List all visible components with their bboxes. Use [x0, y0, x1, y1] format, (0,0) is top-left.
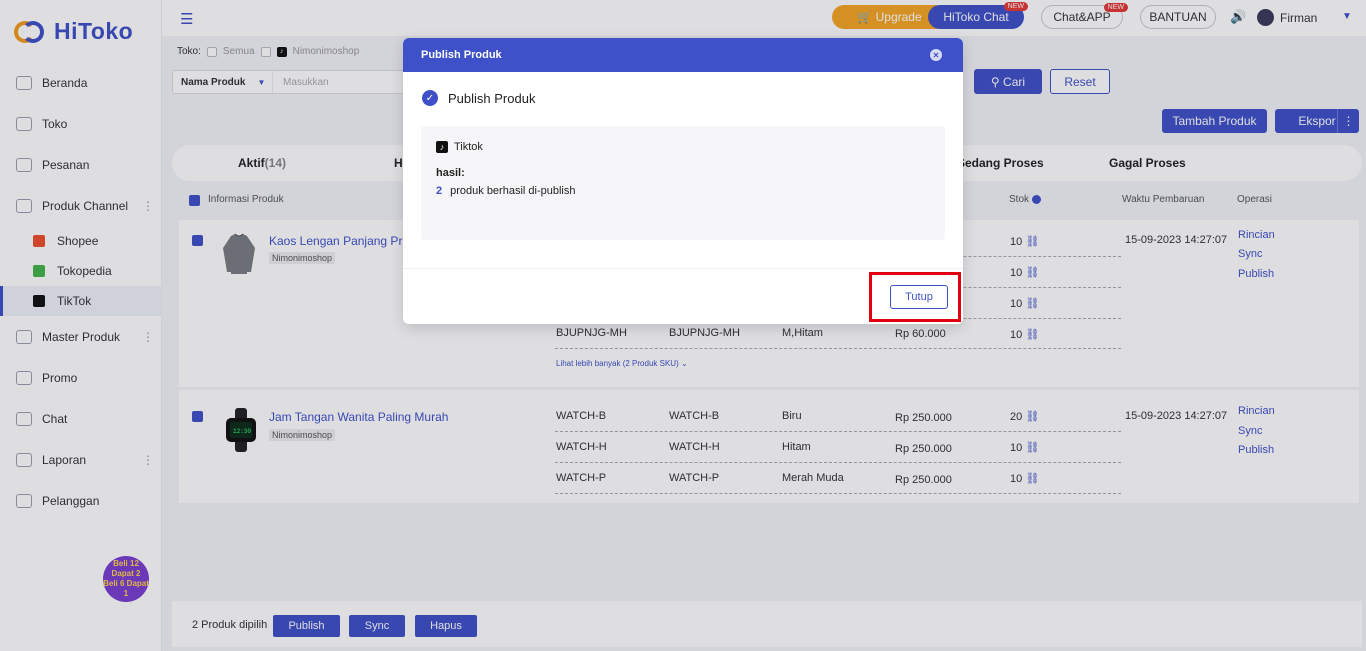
close-icon[interactable]: ✕	[930, 49, 942, 61]
tiktok-icon: ♪	[436, 141, 448, 153]
dialog-footer-divider	[403, 268, 963, 269]
status-text: Publish Produk	[448, 90, 536, 106]
platform-label: ♪ Tiktok	[436, 141, 483, 153]
dialog-title: Publish Produk	[421, 49, 502, 61]
check-circle-icon: ✓	[422, 90, 438, 106]
result-text: produk berhasil di-publish	[450, 185, 576, 197]
result-label: hasil:	[436, 167, 465, 179]
publish-status: ✓ Publish Produk	[422, 90, 535, 106]
highlight-box	[869, 272, 961, 322]
result-box: ♪ Tiktok hasil: 2 produk berhasil di-publi…	[421, 126, 945, 240]
result-count: 2	[436, 185, 443, 197]
result-line: 2 produk berhasil di-publish	[436, 185, 575, 197]
dialog-header: Publish Produk ✕	[403, 38, 963, 72]
platform-name: Tiktok	[454, 141, 483, 153]
